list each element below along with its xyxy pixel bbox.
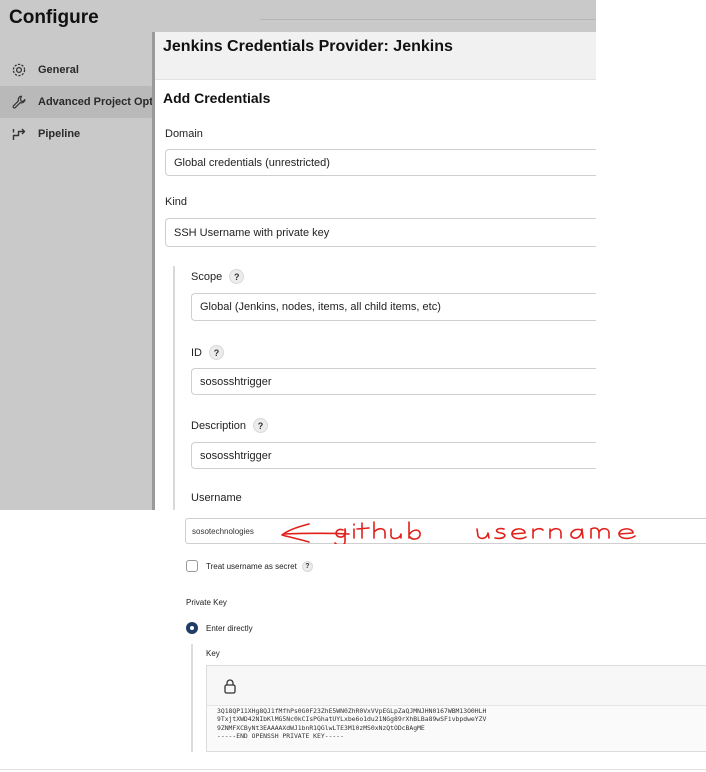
sidebar-item-pipeline[interactable]: Pipeline — [0, 118, 155, 150]
key-label: Key — [206, 649, 220, 658]
key-lock-bar — [207, 666, 706, 706]
scope-label-text: Scope — [191, 270, 223, 283]
description-label: Description ? — [191, 418, 269, 433]
description-input[interactable]: sososshtrigger — [191, 442, 596, 469]
pipeline-icon — [10, 125, 28, 143]
username-label: Username — [191, 492, 242, 504]
treat-username-secret-label: Treat username as secret ? — [206, 560, 313, 572]
key-line: 3Q18QP11XHg8QJ1fMfhPs0G0F23ZhE5WN0ZhR0Vx… — [217, 707, 487, 715]
domain-select[interactable]: Global credentials (unrestricted) — [165, 149, 596, 176]
help-icon[interactable]: ? — [229, 269, 245, 284]
sidebar-item-label: Advanced Project Opt — [38, 96, 153, 108]
gear-icon — [10, 61, 28, 79]
id-label: ID ? — [191, 345, 224, 360]
dialog-title: Jenkins Credentials Provider: Jenkins — [163, 38, 453, 55]
help-icon[interactable]: ? — [301, 560, 313, 572]
sidebar-item-advanced-project-options[interactable]: Advanced Project Opt — [0, 86, 155, 118]
kind-label: Kind — [165, 196, 188, 208]
description-label-text: Description — [191, 419, 247, 432]
enter-directly-radio[interactable] — [186, 622, 198, 634]
screenshot-root: Configure General Advanced Project Opt P… — [0, 0, 706, 772]
scope-label: Scope ? — [191, 269, 245, 284]
enter-directly-label: Enter directly — [206, 623, 253, 633]
sidebar-item-label: Pipeline — [38, 128, 81, 140]
sidebar-item-label: General — [38, 64, 79, 76]
help-icon[interactable]: ? — [209, 345, 224, 360]
handwritten-annotation — [281, 521, 636, 544]
id-input[interactable]: sososshtrigger — [191, 368, 596, 395]
indent-guide — [173, 266, 175, 510]
domain-label: Domain — [165, 128, 203, 140]
page-bottom-divider — [0, 769, 706, 770]
treat-username-secret-text: Treat username as secret — [206, 561, 297, 571]
configure-page-dimmed: Configure General Advanced Project Opt P… — [0, 0, 596, 510]
id-label-text: ID — [191, 346, 202, 359]
indent-guide — [191, 644, 193, 752]
private-key-text: 3Q18QP11XHg8QJ1fMfhPs0G0F23ZhE5WN0ZhR0Vx… — [217, 707, 697, 740]
lock-icon[interactable] — [222, 678, 238, 694]
header-divider — [260, 19, 596, 20]
private-key-textarea[interactable]: 3Q18QP11XHg8QJ1fMfhPs0G0F23ZhE5WN0ZhR0Vx… — [206, 665, 706, 752]
dialog-header: Jenkins Credentials Provider: Jenkins — [155, 32, 596, 80]
sidebar: General Advanced Project Opt Pipeline — [0, 54, 155, 150]
scope-select[interactable]: Global (Jenkins, nodes, items, all child… — [191, 293, 596, 321]
wrench-icon — [10, 93, 28, 111]
treat-username-secret-checkbox[interactable] — [186, 560, 198, 572]
page-title: Configure — [9, 7, 99, 28]
key-line: 9TxjtXWD42NIbKlMG5Nc0kCIsPGhatUYLxbe6o1d… — [217, 715, 487, 724]
sidebar-item-general[interactable]: General — [0, 54, 155, 86]
section-title: Add Credentials — [163, 90, 271, 106]
help-icon[interactable]: ? — [253, 418, 269, 433]
kind-select[interactable]: SSH Username with private key — [165, 218, 596, 247]
username-and-key-section: sosotechnologies Treat username as secre… — [155, 510, 706, 772]
key-line: 9ZNMFXCByNt3EAAAAXdWJ1bnR1QGlwLTE3M10zMS… — [217, 723, 425, 732]
key-line: -----END OPENSSH PRIVATE KEY----- — [217, 731, 344, 740]
private-key-label: Private Key — [186, 598, 227, 607]
credentials-dialog: Jenkins Credentials Provider: Jenkins Ad… — [152, 32, 596, 510]
